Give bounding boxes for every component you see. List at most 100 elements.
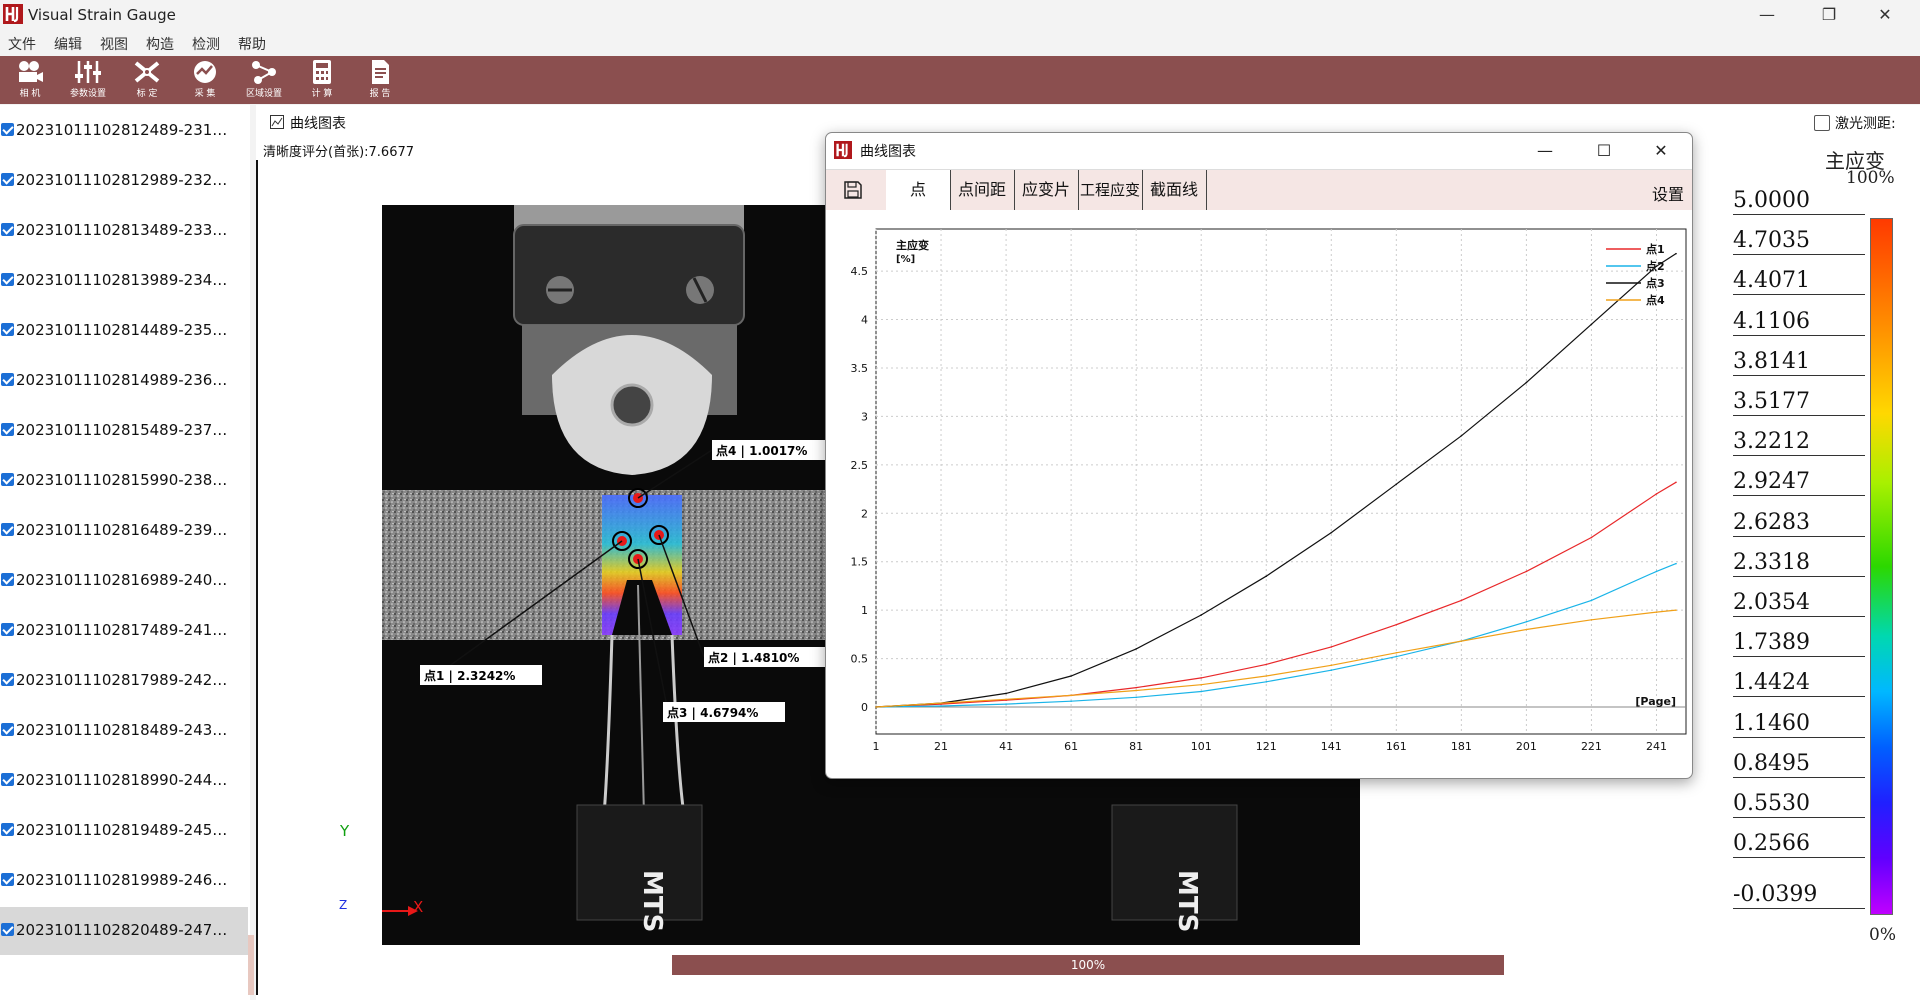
x-tick-label: 41 bbox=[999, 740, 1013, 753]
x-tick-label: 141 bbox=[1321, 740, 1342, 753]
file-checkbox[interactable] bbox=[1, 773, 14, 786]
minimize-button[interactable]: — bbox=[1744, 0, 1790, 29]
svg-text:点1 | 2.3242%: 点1 | 2.3242% bbox=[424, 668, 515, 683]
data-point bbox=[940, 702, 942, 704]
menu-edit[interactable]: 编辑 bbox=[54, 34, 82, 54]
laser-checkbox[interactable] bbox=[1814, 115, 1830, 131]
camera-icon bbox=[19, 61, 43, 82]
file-list-item[interactable]: 20231011102814989-236… bbox=[0, 357, 248, 405]
file-checkbox[interactable] bbox=[1, 373, 14, 386]
file-list-item[interactable]: 20231011102820489-247… bbox=[0, 907, 248, 955]
x-tick-label: 221 bbox=[1581, 740, 1602, 753]
strain-line-chart: 1 21 41 61 81 101 121 141 161 181 201 221 24100.511.… bbox=[851, 228, 1687, 753]
file-checkbox[interactable] bbox=[1, 473, 14, 486]
calibrate-button[interactable]: 标 定 bbox=[123, 58, 171, 102]
point-label-3: 点3 | 4.6794% bbox=[663, 702, 785, 722]
file-checkbox[interactable] bbox=[1, 173, 14, 186]
tab-section-line[interactable]: 截面线 bbox=[1142, 170, 1207, 210]
file-checkbox[interactable] bbox=[1, 573, 14, 586]
menu-help[interactable]: 帮助 bbox=[238, 34, 266, 54]
file-list-item[interactable]: 20231011102816989-240… bbox=[0, 557, 248, 605]
file-list-item[interactable]: 20231011102818990-244… bbox=[0, 757, 248, 805]
file-checkbox[interactable] bbox=[1, 523, 14, 536]
chart-window-tabs: 点 点间距 应变片 工程应变 截面线 设置 bbox=[826, 169, 1692, 210]
data-point bbox=[1460, 434, 1463, 437]
file-name: 20231011102815489-237… bbox=[16, 421, 228, 439]
calculate-button[interactable]: 计 算 bbox=[298, 58, 346, 102]
colorbar-value: 2.9247 bbox=[1733, 469, 1865, 497]
y-tick-label: 0 bbox=[861, 701, 868, 714]
capture-label: 采 集 bbox=[194, 89, 216, 99]
x-tick-label: 181 bbox=[1451, 740, 1472, 753]
x-tick-label: 61 bbox=[1064, 740, 1078, 753]
report-icon bbox=[372, 60, 389, 84]
file-checkbox[interactable] bbox=[1, 323, 14, 336]
x-tick-label: 81 bbox=[1129, 740, 1143, 753]
save-tab[interactable] bbox=[826, 170, 887, 210]
file-checkbox[interactable] bbox=[1, 223, 14, 236]
menu-detect[interactable]: 检测 bbox=[192, 34, 220, 54]
file-checkbox[interactable] bbox=[1, 273, 14, 286]
file-list-item[interactable]: 20231011102813989-234… bbox=[0, 257, 248, 305]
y-tick-label: 0.5 bbox=[851, 653, 869, 666]
file-name: 20231011102813489-233… bbox=[16, 221, 228, 239]
tab-point[interactable]: 点 bbox=[886, 170, 951, 210]
tab-point-distance[interactable]: 点间距 bbox=[950, 170, 1015, 210]
tab-strain-gauge[interactable]: 应变片 bbox=[1014, 170, 1079, 210]
report-button[interactable]: 报 告 bbox=[356, 58, 404, 102]
menu-file[interactable]: 文件 bbox=[8, 34, 36, 54]
file-checkbox[interactable] bbox=[1, 673, 14, 686]
chart-tab-label[interactable]: 曲线图表 bbox=[290, 113, 346, 133]
file-name: 20231011102812989-232… bbox=[16, 171, 228, 189]
file-checkbox[interactable] bbox=[1, 823, 14, 836]
camera-label: 相 机 bbox=[19, 89, 41, 99]
menu-construct[interactable]: 构造 bbox=[146, 34, 174, 54]
file-list-item[interactable]: 20231011102816489-239… bbox=[0, 507, 248, 555]
file-list-item[interactable]: 20231011102817489-241… bbox=[0, 607, 248, 655]
file-name: 20231011102815990-238… bbox=[16, 471, 228, 489]
file-list-item[interactable]: 20231011102813489-233… bbox=[0, 207, 248, 255]
file-checkbox[interactable] bbox=[1, 873, 14, 886]
file-list-item[interactable]: 20231011102819989-246… bbox=[0, 857, 248, 905]
data-point bbox=[1135, 696, 1137, 699]
menu-view[interactable]: 视图 bbox=[100, 34, 128, 54]
colorbar-value: 1.7389 bbox=[1733, 630, 1865, 658]
region-settings-button[interactable]: 区域设置 bbox=[240, 58, 288, 102]
colorbar-value: 1.1460 bbox=[1733, 711, 1865, 738]
file-checkbox[interactable] bbox=[1, 723, 14, 736]
chart-window-close-button[interactable]: ✕ bbox=[1638, 135, 1684, 165]
parameters-button[interactable]: 参数设置 bbox=[64, 58, 112, 102]
y-tick-label: 1 bbox=[861, 604, 868, 617]
file-list-item[interactable]: 20231011102815489-237… bbox=[0, 407, 248, 455]
maximize-button[interactable]: ❐ bbox=[1806, 0, 1852, 29]
app-title: Visual Strain Gauge bbox=[28, 6, 176, 24]
file-list-item[interactable]: 20231011102818489-243… bbox=[0, 707, 248, 755]
colorbar-min-percent: 0% bbox=[1869, 925, 1896, 945]
capture-button[interactable]: 采 集 bbox=[181, 58, 229, 102]
file-list-item[interactable]: 20231011102815990-238… bbox=[0, 457, 248, 505]
file-checkbox[interactable] bbox=[1, 123, 14, 136]
tab-engineering-strain[interactable]: 工程应变 bbox=[1078, 170, 1143, 210]
chart-tab-icon bbox=[270, 114, 284, 133]
file-checkbox[interactable] bbox=[1, 923, 14, 936]
chart-window-minimize-button[interactable]: — bbox=[1522, 135, 1568, 165]
file-list-item[interactable]: 20231011102812489-231… bbox=[0, 107, 248, 155]
menu-bar: 文件 编辑 视图 构造 检测 帮助 bbox=[0, 29, 1920, 55]
file-list-item[interactable]: 20231011102819489-245… bbox=[0, 807, 248, 855]
capture-icon bbox=[194, 61, 216, 83]
close-button[interactable]: ✕ bbox=[1862, 0, 1908, 29]
chart-window-maximize-button[interactable]: ☐ bbox=[1581, 135, 1627, 165]
file-name: 20231011102814489-235… bbox=[16, 321, 228, 339]
file-list-item[interactable]: 20231011102812989-232… bbox=[0, 157, 248, 205]
data-point bbox=[1330, 669, 1333, 671]
colorbar-value: 4.7035 bbox=[1733, 228, 1865, 256]
camera-button[interactable]: 相 机 bbox=[6, 58, 54, 102]
x-tick-label: 21 bbox=[934, 740, 948, 753]
file-list-item[interactable]: 20231011102814489-235… bbox=[0, 307, 248, 355]
settings-button[interactable]: 设置 bbox=[1652, 181, 1684, 205]
file-checkbox[interactable] bbox=[1, 423, 14, 436]
colorbar-value: 4.4071 bbox=[1733, 268, 1865, 296]
scroll-indicator[interactable] bbox=[248, 935, 254, 995]
file-list-item[interactable]: 20231011102817989-242… bbox=[0, 657, 248, 705]
file-checkbox[interactable] bbox=[1, 623, 14, 636]
